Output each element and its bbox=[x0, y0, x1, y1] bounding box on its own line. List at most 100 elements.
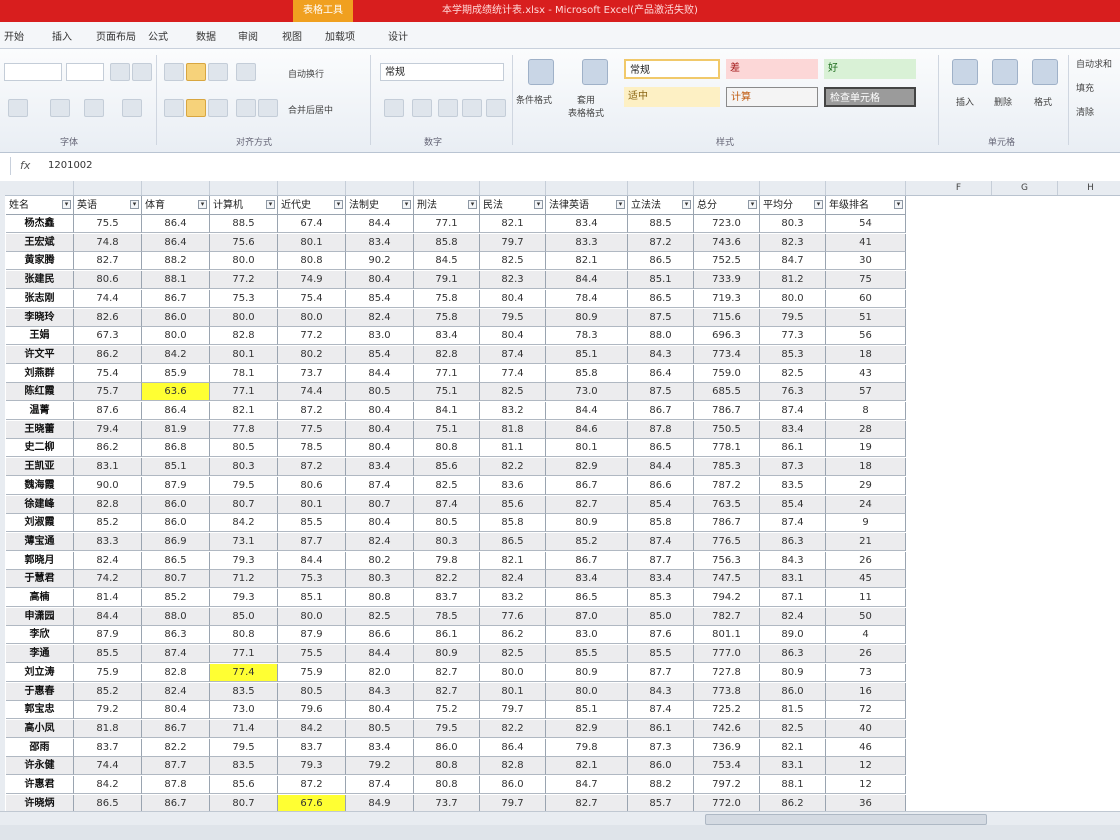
score-cell[interactable]: 83.3 bbox=[74, 532, 142, 551]
score-cell[interactable]: 82.4 bbox=[346, 532, 414, 551]
fx-icon[interactable]: fx bbox=[20, 159, 30, 172]
student-name-cell[interactable]: 张志刚 bbox=[6, 289, 74, 308]
score-cell[interactable]: 87.3 bbox=[628, 738, 694, 757]
score-cell[interactable]: 88.2 bbox=[628, 776, 694, 794]
student-name-cell[interactable]: 于慧君 bbox=[6, 570, 74, 589]
score-cell[interactable]: 82.1 bbox=[546, 252, 628, 271]
score-cell[interactable]: 85.1 bbox=[546, 345, 628, 364]
score-cell[interactable]: 87.0 bbox=[546, 607, 628, 626]
score-cell[interactable]: 11 bbox=[826, 589, 906, 607]
score-cell[interactable]: 74.2 bbox=[74, 570, 142, 589]
score-cell[interactable]: 87.2 bbox=[278, 776, 346, 794]
score-cell[interactable]: 83.1 bbox=[760, 570, 826, 589]
score-cell[interactable]: 80.1 bbox=[278, 233, 346, 252]
score-cell[interactable]: 86.5 bbox=[142, 551, 210, 570]
formula-input[interactable]: 1201002 bbox=[48, 160, 93, 171]
score-cell[interactable]: 75.1 bbox=[414, 420, 480, 439]
score-cell[interactable]: 84.1 bbox=[414, 402, 480, 420]
score-cell[interactable]: 84.7 bbox=[760, 252, 826, 271]
tab-page-layout[interactable]: 页面布局 bbox=[96, 28, 136, 43]
score-cell[interactable]: 87.7 bbox=[142, 757, 210, 776]
score-cell[interactable]: 87.6 bbox=[74, 402, 142, 420]
score-cell[interactable]: 75.1 bbox=[414, 383, 480, 402]
score-cell[interactable]: 83.4 bbox=[760, 420, 826, 439]
score-cell[interactable]: 87.3 bbox=[760, 458, 826, 477]
score-cell[interactable]: 84.4 bbox=[346, 645, 414, 664]
column-header[interactable] bbox=[142, 181, 210, 195]
score-cell[interactable]: 80.9 bbox=[546, 663, 628, 682]
score-cell[interactable]: 60 bbox=[826, 289, 906, 308]
filter-dropdown-icon[interactable]: ▾ bbox=[62, 200, 71, 209]
decrease-indent-icon[interactable] bbox=[236, 99, 256, 117]
score-cell[interactable]: 88.1 bbox=[760, 776, 826, 794]
comma-icon[interactable] bbox=[438, 99, 458, 117]
score-cell[interactable]: 85.6 bbox=[210, 776, 278, 794]
score-cell[interactable]: 82.4 bbox=[74, 551, 142, 570]
score-cell[interactable]: 74.9 bbox=[278, 271, 346, 290]
filter-dropdown-icon[interactable]: ▾ bbox=[266, 200, 275, 209]
score-cell[interactable]: 80.4 bbox=[346, 271, 414, 290]
score-cell[interactable]: 90.2 bbox=[346, 252, 414, 271]
score-cell[interactable]: 75.5 bbox=[278, 645, 346, 664]
tab-home[interactable]: 开始 bbox=[4, 28, 24, 43]
score-cell[interactable]: 84.4 bbox=[346, 215, 414, 233]
score-cell[interactable]: 19 bbox=[826, 439, 906, 458]
student-name-cell[interactable]: 王晓蕾 bbox=[6, 420, 74, 439]
score-cell[interactable]: 86.0 bbox=[142, 514, 210, 533]
score-cell[interactable]: 82.4 bbox=[480, 570, 546, 589]
filter-dropdown-icon[interactable]: ▾ bbox=[402, 200, 411, 209]
score-cell[interactable]: 87.1 bbox=[760, 589, 826, 607]
score-cell[interactable]: 782.7 bbox=[694, 607, 760, 626]
student-name-cell[interactable]: 高小凤 bbox=[6, 719, 74, 738]
score-cell[interactable]: 86.5 bbox=[546, 589, 628, 607]
score-cell[interactable]: 73.7 bbox=[414, 794, 480, 813]
fill-button[interactable]: 填充 bbox=[1076, 81, 1094, 94]
score-cell[interactable]: 87.5 bbox=[628, 308, 694, 327]
align-middle-icon[interactable] bbox=[186, 63, 206, 81]
score-cell[interactable]: 79.3 bbox=[278, 757, 346, 776]
score-cell[interactable]: 80.9 bbox=[760, 663, 826, 682]
tab-addins[interactable]: 加载项 bbox=[325, 28, 355, 43]
font-size-dropdown[interactable] bbox=[66, 63, 104, 81]
score-cell[interactable]: 87.7 bbox=[628, 663, 694, 682]
column-header-letter[interactable]: G bbox=[992, 181, 1058, 195]
score-cell[interactable]: 83.6 bbox=[480, 476, 546, 495]
conditional-format-button[interactable]: 条件格式 bbox=[516, 93, 552, 106]
scrollbar-thumb[interactable] bbox=[705, 814, 987, 825]
score-cell[interactable]: 88.5 bbox=[628, 215, 694, 233]
score-cell[interactable]: 81.8 bbox=[74, 719, 142, 738]
column-header[interactable] bbox=[414, 181, 480, 195]
student-name-cell[interactable]: 郭晓月 bbox=[6, 551, 74, 570]
insert-cells-icon[interactable] bbox=[952, 59, 978, 85]
score-cell[interactable]: 82.7 bbox=[414, 663, 480, 682]
score-cell[interactable]: 82.1 bbox=[210, 402, 278, 420]
score-cell[interactable]: 85.2 bbox=[74, 682, 142, 701]
style-neutral[interactable]: 适中 bbox=[624, 87, 720, 107]
score-cell[interactable]: 77.1 bbox=[210, 383, 278, 402]
score-cell[interactable]: 77.2 bbox=[278, 327, 346, 346]
border-icon[interactable] bbox=[8, 99, 28, 117]
score-cell[interactable]: 80.6 bbox=[74, 271, 142, 290]
score-cell[interactable]: 73.7 bbox=[278, 364, 346, 383]
score-cell[interactable]: 73 bbox=[826, 663, 906, 682]
score-cell[interactable]: 74.4 bbox=[74, 757, 142, 776]
score-cell[interactable]: 80.7 bbox=[346, 495, 414, 514]
score-cell[interactable]: 85.2 bbox=[142, 589, 210, 607]
score-cell[interactable]: 82.2 bbox=[142, 738, 210, 757]
score-cell[interactable]: 87.6 bbox=[628, 626, 694, 645]
student-name-cell[interactable]: 刘立涛 bbox=[6, 663, 74, 682]
score-cell[interactable]: 85.6 bbox=[414, 458, 480, 477]
increase-indent-icon[interactable] bbox=[258, 99, 278, 117]
score-cell[interactable]: 83.4 bbox=[628, 570, 694, 589]
score-cell[interactable]: 73.0 bbox=[546, 383, 628, 402]
student-name-cell[interactable]: 陈红霞 bbox=[6, 383, 74, 402]
column-header[interactable] bbox=[210, 181, 278, 195]
score-cell[interactable]: 84.2 bbox=[74, 776, 142, 794]
score-cell[interactable]: 80.5 bbox=[346, 719, 414, 738]
score-cell[interactable]: 51 bbox=[826, 308, 906, 327]
tab-data[interactable]: 数据 bbox=[196, 28, 216, 43]
score-cell[interactable]: 79.6 bbox=[278, 701, 346, 720]
score-cell[interactable]: 80.1 bbox=[210, 345, 278, 364]
contextual-tab-table-tools[interactable]: 表格工具 bbox=[293, 0, 353, 22]
score-cell[interactable]: 759.0 bbox=[694, 364, 760, 383]
